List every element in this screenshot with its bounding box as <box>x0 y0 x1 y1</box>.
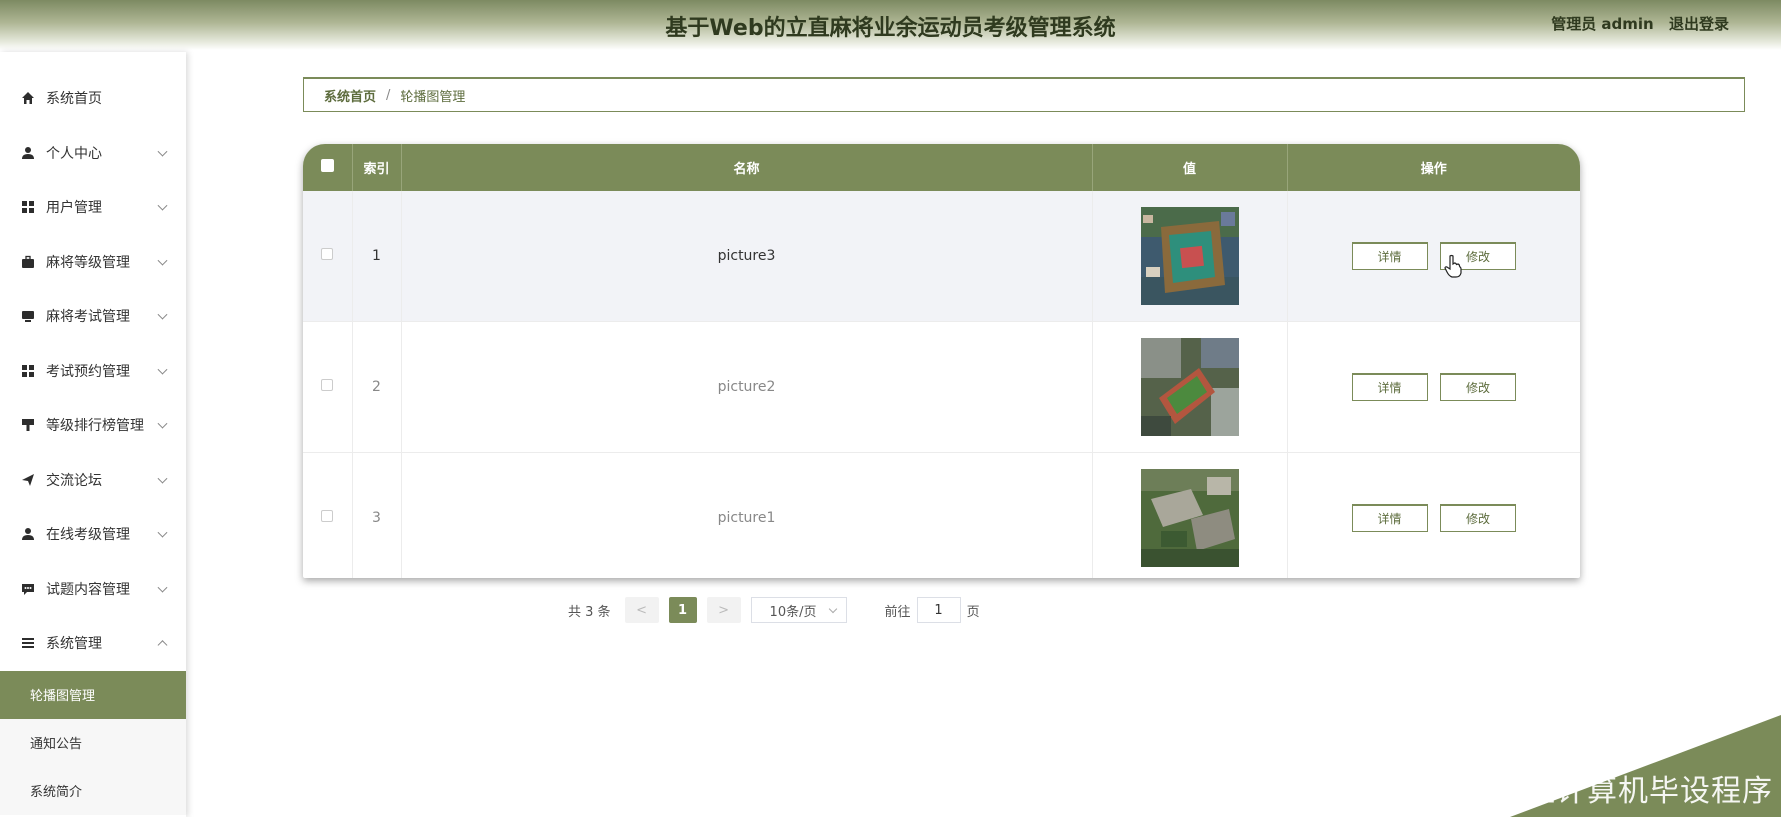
table-row: 2 picture2 详情 修改 <box>303 321 1580 453</box>
table-row: 3 picture1 详情 修改 <box>303 452 1580 578</box>
hand-cursor-icon <box>1444 254 1462 278</box>
goto-suffix: 页 <box>966 604 980 620</box>
pagination: 共 3 条 < 1 > 10条/页 前往 页 <box>568 597 980 623</box>
select-all-cell <box>303 144 353 191</box>
sidebar-item-label: 用户管理 <box>46 200 102 217</box>
logout-link[interactable]: 退出登录 <box>1669 15 1729 33</box>
sidebar-item-label: 系统首页 <box>46 91 102 108</box>
sidebar-item-ranking[interactable]: 等级排行榜管理 <box>0 398 186 453</box>
top-header: 基于Web的立直麻将业余运动员考级管理系统 管理员 admin 退出登录 <box>0 0 1781 50</box>
user-icon <box>20 526 36 542</box>
table-header: 索引 名称 值 操作 <box>303 144 1580 191</box>
grid-icon <box>20 199 36 215</box>
column-header-index: 索引 <box>352 144 402 191</box>
breadcrumb-current: 轮播图管理 <box>400 89 466 105</box>
sidebar-item-label: 麻将考试管理 <box>46 309 130 326</box>
sidebar-item-home[interactable]: 系统首页 <box>0 71 186 126</box>
breadcrumb-separator: / <box>386 87 391 103</box>
detail-button[interactable]: 详情 <box>1351 373 1428 401</box>
row-checkbox[interactable] <box>321 510 334 522</box>
sidebar-item-forum[interactable]: 交流论坛 <box>0 453 186 508</box>
pagination-total: 共 3 条 <box>568 604 611 620</box>
chevron-down-icon <box>157 582 168 593</box>
chevron-down-icon <box>157 527 168 538</box>
sidebar-item-exam-booking[interactable]: 考试预约管理 <box>0 344 186 399</box>
sidebar-item-label: 个人中心 <box>46 145 102 162</box>
sidebar-subitem-notice[interactable]: 通知公告 <box>0 718 186 767</box>
chat-icon <box>20 581 36 597</box>
sidebar-item-label: 在线考级管理 <box>46 527 130 544</box>
row-checkbox[interactable] <box>321 248 334 260</box>
row-name: picture2 <box>401 321 1093 453</box>
select-all-checkbox[interactable] <box>320 159 334 172</box>
row-index: 1 <box>352 191 402 322</box>
row-index: 2 <box>352 321 402 453</box>
brush-icon <box>20 417 36 433</box>
sidebar-subitem-carousel[interactable]: 轮播图管理 <box>0 670 186 719</box>
chevron-down-icon <box>157 364 168 375</box>
sidebar-item-label: 等级排行榜管理 <box>46 418 144 435</box>
chevron-down-icon <box>157 200 168 211</box>
table-row: 1 picture3 详情 修改 <box>303 191 1580 322</box>
column-header-actions: 操作 <box>1420 162 1447 177</box>
goto-prefix: 前往 <box>884 604 911 620</box>
row-name: picture3 <box>401 191 1093 322</box>
chevron-down-icon <box>157 473 168 484</box>
home-icon <box>20 90 36 106</box>
column-header-value: 值 <box>1092 144 1288 191</box>
sidebar-item-label: 麻将等级管理 <box>46 254 130 271</box>
edit-button[interactable]: 修改 <box>1439 373 1516 401</box>
goto-page-input[interactable] <box>916 597 961 623</box>
row-checkbox[interactable] <box>321 379 334 391</box>
edit-button[interactable]: 修改 <box>1439 504 1516 532</box>
detail-button[interactable]: 详情 <box>1351 504 1428 532</box>
chevron-down-icon <box>157 146 168 157</box>
sidebar-item-label: 交流论坛 <box>46 472 102 489</box>
user-area: 管理员 admin 退出登录 <box>1541 13 1729 34</box>
sidebar-item-label: 试题内容管理 <box>46 581 130 598</box>
page-size-select[interactable]: 10条/页 <box>750 597 847 623</box>
grid-icon <box>20 363 36 379</box>
sidebar-item-users[interactable]: 用户管理 <box>0 180 186 235</box>
sidebar: 系统首页 个人中心 用户管理 麻将等级管理 麻将考试管理 考试预约管理 等级排行… <box>0 52 186 817</box>
prev-page-button[interactable]: < <box>624 597 659 623</box>
row-index: 3 <box>352 452 402 578</box>
monitor-icon <box>20 308 36 324</box>
chevron-down-icon <box>157 418 168 429</box>
carousel-table: 索引 名称 值 操作 1 picture3 详情 修改 2 picture2 详… <box>303 144 1580 578</box>
sidebar-item-system[interactable]: 系统管理 <box>0 616 186 671</box>
page-size-value: 10条/页 <box>769 604 817 620</box>
user-icon <box>20 145 36 161</box>
chevron-down-icon <box>157 255 168 266</box>
sidebar-item-mahjong-exam[interactable]: 麻将考试管理 <box>0 289 186 344</box>
chevron-up-icon <box>157 640 168 651</box>
breadcrumb-home[interactable]: 系统首页 <box>324 86 376 105</box>
column-header-name: 名称 <box>401 144 1093 191</box>
breadcrumb: 系统首页 / 轮播图管理 <box>303 77 1745 112</box>
watermark: CSDN @学姐计算机毕设程序 <box>1362 774 1773 809</box>
carousel-thumbnail[interactable] <box>1140 469 1239 567</box>
sidebar-item-label: 系统管理 <box>46 636 102 653</box>
briefcase-icon <box>20 254 36 270</box>
sidebar-item-mahjong-level[interactable]: 麻将等级管理 <box>0 235 186 290</box>
sidebar-item-questions[interactable]: 试题内容管理 <box>0 562 186 617</box>
chevron-down-icon <box>157 309 168 320</box>
row-name: picture1 <box>401 452 1093 578</box>
chevron-down-icon <box>828 604 837 614</box>
carousel-thumbnail[interactable] <box>1140 338 1239 436</box>
sidebar-subitem-intro[interactable]: 系统简介 <box>0 766 186 815</box>
sidebar-item-personal[interactable]: 个人中心 <box>0 126 186 181</box>
sidebar-item-online-grading[interactable]: 在线考级管理 <box>0 507 186 562</box>
carousel-thumbnail[interactable] <box>1140 207 1239 305</box>
next-page-button[interactable]: > <box>706 597 741 623</box>
sidebar-item-label: 考试预约管理 <box>46 363 130 380</box>
app-title: 基于Web的立直麻将业余运动员考级管理系统 <box>665 16 1116 41</box>
page-number-button[interactable]: 1 <box>668 597 697 623</box>
list-icon <box>20 635 36 651</box>
user-label: 管理员 admin <box>1551 15 1654 33</box>
send-icon <box>20 472 36 488</box>
detail-button[interactable]: 详情 <box>1351 242 1428 270</box>
